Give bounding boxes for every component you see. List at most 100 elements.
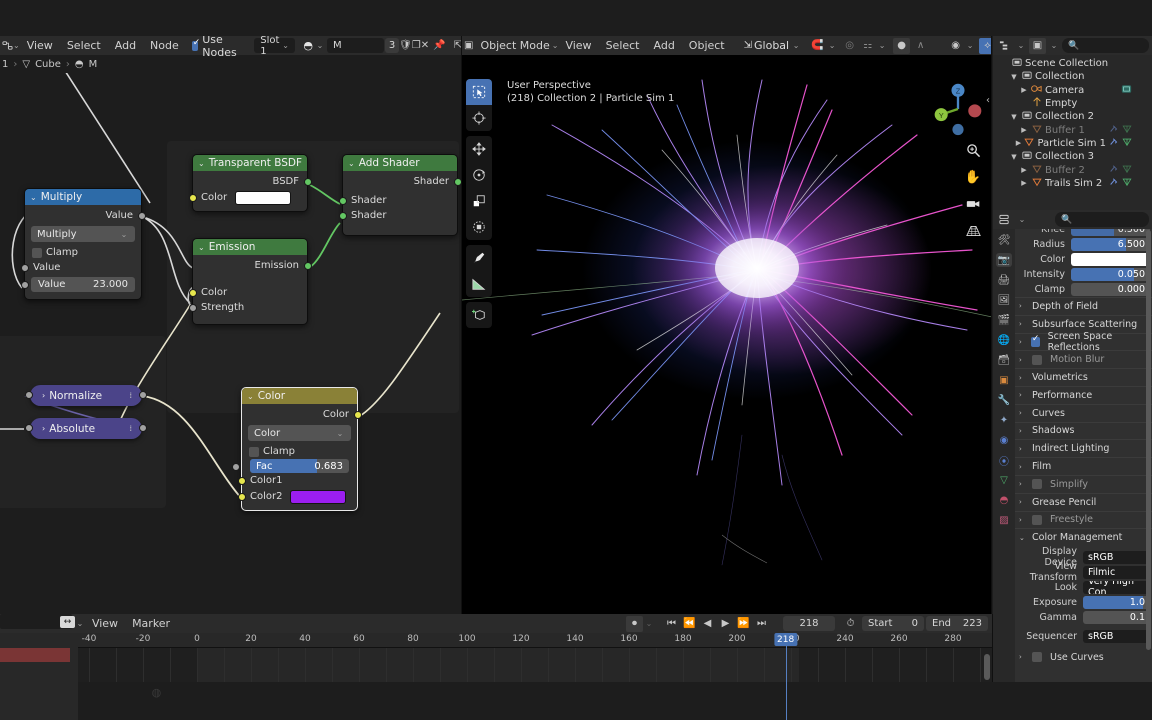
menu-select[interactable]: Select xyxy=(599,36,647,55)
blend-mode-dropdown[interactable]: Color ⌄ xyxy=(248,425,351,441)
node-input-value-1[interactable]: Value xyxy=(20,260,141,275)
sidebar-expand-chevron-icon[interactable]: ‹ xyxy=(986,95,990,106)
display-mode-chevron-icon[interactable]: ⌄ xyxy=(1049,41,1059,50)
properties-vertical-scrollbar[interactable] xyxy=(1146,230,1151,650)
chevron-right-icon[interactable]: › xyxy=(1019,516,1028,524)
node-editor-type-chevron-icon[interactable]: ⌄ xyxy=(13,41,20,50)
socket-input-value[interactable] xyxy=(20,264,29,272)
timeline-vertical-scrollbar[interactable] xyxy=(984,654,990,680)
chevron-right-icon[interactable]: › xyxy=(1019,409,1028,417)
chevron-right-icon[interactable]: › xyxy=(1019,480,1028,488)
play-icon[interactable]: ▶ xyxy=(717,616,734,632)
timeline-ruler[interactable]: -40-200204060801001201401601802002202402… xyxy=(0,633,992,648)
property-slider[interactable]: 0.500 xyxy=(1071,229,1150,236)
perspective-grid-icon[interactable] xyxy=(964,222,982,240)
chevron-right-icon[interactable]: › xyxy=(1019,374,1028,382)
chevron-right-icon[interactable]: › xyxy=(1019,427,1028,435)
playhead-line[interactable] xyxy=(785,633,787,720)
socket-input-shader[interactable] xyxy=(338,212,347,220)
properties-tab-view-layer[interactable]: 🖼 xyxy=(996,293,1012,307)
properties-panel-header[interactable]: › Depth of Field xyxy=(1015,297,1152,315)
chevron-right-icon[interactable]: › xyxy=(1019,445,1028,453)
socket-output-value[interactable] xyxy=(139,391,147,399)
mesh-data-icon[interactable] xyxy=(1122,137,1132,150)
node-absolute-collapsed[interactable]: › Absolute ⁞ xyxy=(25,418,147,439)
socket-output-color[interactable] xyxy=(353,411,362,419)
socket-output-value[interactable] xyxy=(139,424,147,432)
editor-type-3dview-icon[interactable]: ▣ xyxy=(464,38,473,54)
chevron-right-icon[interactable]: › xyxy=(1019,356,1028,364)
property-dropdown[interactable]: Very High Con xyxy=(1083,580,1150,594)
camera-icon[interactable] xyxy=(964,195,982,213)
outliner-row[interactable]: ▼ Collection 3 xyxy=(993,150,1152,163)
socket-input-value[interactable] xyxy=(231,463,240,471)
property-dropdown[interactable]: sRGB xyxy=(1083,630,1150,644)
summary-channel-row[interactable] xyxy=(0,648,70,662)
property-row[interactable]: Knee 0.500 xyxy=(1015,229,1152,237)
menu-view[interactable]: View xyxy=(20,36,60,55)
property-slider[interactable]: 0.000 xyxy=(1071,282,1150,296)
gizmo-toggle-icon[interactable]: ⟡ xyxy=(979,37,991,54)
node-input-shader-1[interactable]: Shader xyxy=(338,193,457,208)
breadcrumb-item-mesh[interactable]: Cube xyxy=(35,59,61,70)
properties-type-chevron-icon[interactable]: ⌄ xyxy=(1017,215,1027,224)
outliner-row[interactable]: Scene Collection xyxy=(993,57,1152,70)
clamp-checkbox-icon[interactable] xyxy=(32,247,42,258)
snap-chevron-icon[interactable]: ⌄ xyxy=(827,41,837,50)
menu-object[interactable]: Object xyxy=(682,36,732,55)
annotate-icon[interactable] xyxy=(466,245,492,271)
property-slider[interactable]: 6.500 xyxy=(1071,237,1150,251)
jump-to-keyframe-next-icon[interactable]: ⏩ xyxy=(735,616,752,632)
orientation-chevron-icon[interactable]: ⌄ xyxy=(791,41,801,50)
panel-checkbox-icon[interactable] xyxy=(1032,354,1042,365)
outliner-row[interactable]: ▼ Collection xyxy=(993,70,1152,83)
mesh-data-icon[interactable] xyxy=(1122,164,1132,177)
snap-target-icon[interactable]: ● xyxy=(893,37,911,54)
node-input-fac[interactable]: Fac 0.683 xyxy=(231,459,357,473)
properties-panel-header[interactable]: › Freestyle xyxy=(1015,510,1152,529)
modifier-icon[interactable] xyxy=(1109,137,1119,150)
outliner-row[interactable]: ▶ Trails Sim 2 xyxy=(993,177,1152,190)
measure-icon[interactable] xyxy=(466,271,492,297)
menu-select[interactable]: Select xyxy=(60,36,108,55)
properties-tab-physics[interactable]: ◉ xyxy=(996,433,1012,447)
node-input-shader-2[interactable]: Shader xyxy=(338,208,457,223)
disclosure-triangle-icon[interactable]: ▼ xyxy=(1010,153,1018,161)
socket-input-color[interactable] xyxy=(237,477,246,485)
new-material-icon[interactable]: ❐ xyxy=(412,38,421,54)
socket-output-value[interactable] xyxy=(137,212,146,220)
keying-chevron-icon[interactable]: ⌄ xyxy=(75,619,85,628)
node-input-strength[interactable]: Strength xyxy=(188,300,307,315)
socket-input-color[interactable] xyxy=(188,194,197,202)
fake-user-icon[interactable]: 🛡 xyxy=(399,38,412,54)
panel-checkbox-icon[interactable] xyxy=(1032,479,1042,490)
property-dropdown[interactable]: sRGB xyxy=(1083,550,1150,564)
camera-data-icon[interactable] xyxy=(1121,84,1132,97)
proportional-chevron-icon[interactable]: ⌄ xyxy=(877,41,887,50)
operation-dropdown[interactable]: Multiply ⌄ xyxy=(31,226,135,242)
material-browse-chevron-icon[interactable]: ⌄ xyxy=(315,41,325,50)
properties-panel-header[interactable]: › Curves xyxy=(1015,403,1152,422)
playhead-frame-label[interactable]: 218 xyxy=(774,633,798,646)
falloff-curve-icon[interactable]: ∧ xyxy=(912,38,929,54)
disclosure-triangle-icon[interactable]: ▼ xyxy=(1010,113,1018,121)
clamp-toggle[interactable]: Clamp xyxy=(25,245,141,260)
chevron-right-icon[interactable]: › xyxy=(42,424,45,433)
select-box-icon[interactable] xyxy=(466,79,492,105)
node-output-shader[interactable]: Shader xyxy=(343,174,461,189)
chevron-right-icon[interactable]: › xyxy=(1019,653,1028,661)
chevron-down-icon[interactable]: ⌄ xyxy=(198,159,205,168)
node-output-value[interactable]: Value xyxy=(25,208,146,223)
timeline-channel-region[interactable]: ↔ xyxy=(0,614,78,720)
socket-input-color[interactable] xyxy=(188,289,197,297)
add-cube-icon[interactable] xyxy=(466,302,492,328)
clamp-checkbox-icon[interactable] xyxy=(249,446,259,457)
display-mode-icon[interactable]: ▣ xyxy=(1029,37,1046,54)
use-nodes-checkbox-icon[interactable] xyxy=(191,38,201,51)
node-header[interactable]: ⌄ Multiply xyxy=(25,189,141,205)
node-header[interactable]: ⌄ Color xyxy=(242,388,357,404)
channel-resize-handle-icon[interactable]: ↔ xyxy=(60,616,75,628)
value-field[interactable]: Value 23.000 xyxy=(31,277,135,292)
property-row[interactable]: Look Very High Con xyxy=(1015,580,1152,595)
node-color-mix[interactable]: ⌄ Color Color Color ⌄ Clamp Fac 0.683 Co… xyxy=(231,387,362,511)
